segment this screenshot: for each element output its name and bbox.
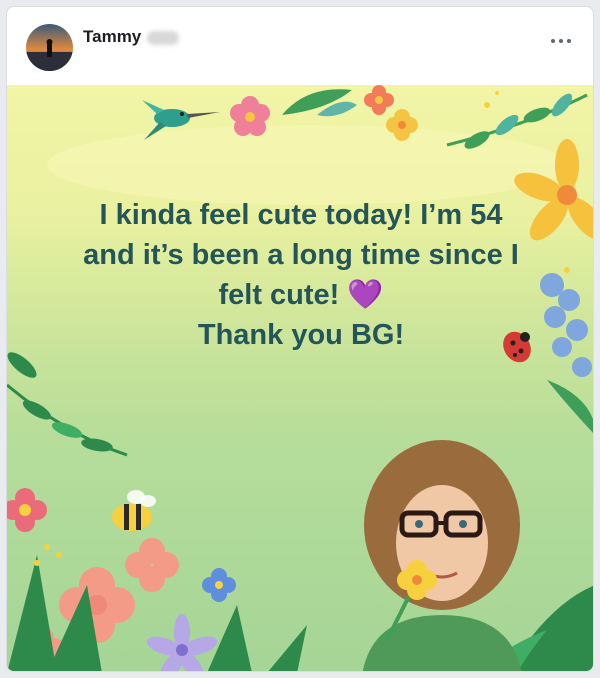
more-options-icon[interactable] xyxy=(547,31,575,51)
pink-flower-top xyxy=(230,96,270,136)
post-background: I kinda feel cute today! I’m 54 and it’s… xyxy=(7,85,593,671)
post-text-line-1: I kinda feel cute today! I’m 54 xyxy=(99,199,503,231)
floral-illustration xyxy=(7,85,593,671)
post-text-line-4: Thank you BG! xyxy=(197,319,405,351)
bee xyxy=(112,490,156,531)
bitmoji-woman xyxy=(362,440,522,671)
blurred-last-name xyxy=(147,30,180,45)
author-avatar[interactable] xyxy=(26,24,73,71)
post-header: Tammy xyxy=(7,7,593,85)
author-first-name[interactable]: Tammy xyxy=(83,27,141,46)
post-text-line-3: felt cute! 💜 xyxy=(218,279,384,311)
post-text-line-2: and it’s been a long time since I xyxy=(83,239,519,271)
avatar-photo xyxy=(26,24,73,71)
post-text: I kinda feel cute today! I’m 54 and it’s… xyxy=(27,195,575,355)
post-card: Tammy I kinda feel cute today! I’m 54 an… xyxy=(6,6,594,672)
author-name[interactable]: Tammy xyxy=(83,27,180,47)
